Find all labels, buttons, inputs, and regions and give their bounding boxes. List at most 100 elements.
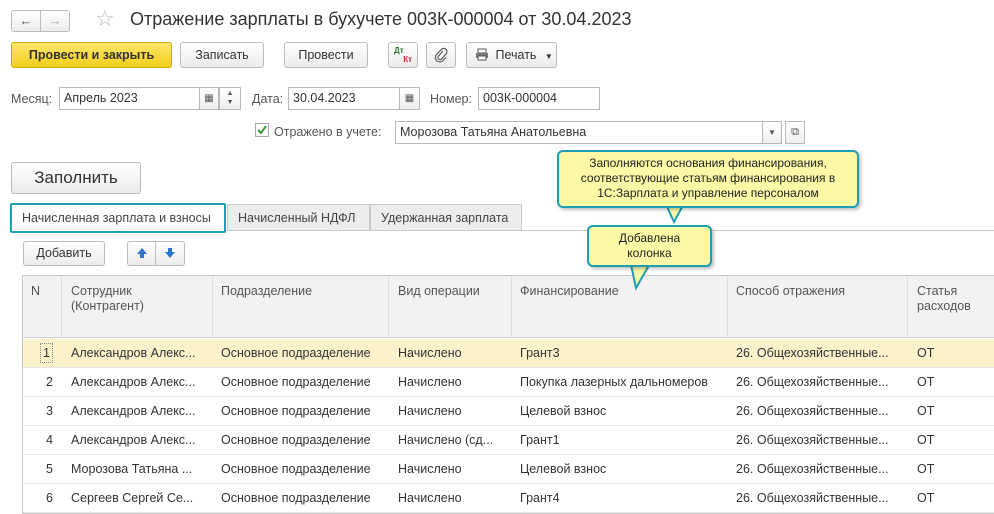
- move-up-button[interactable]: [127, 241, 156, 266]
- month-stepper[interactable]: ▲ ▼: [219, 87, 241, 110]
- favorite-star-icon[interactable]: ☆: [95, 6, 115, 32]
- row-number: 5: [46, 462, 53, 476]
- accruals-table[interactable]: N Сотрудник (Контрагент) Подразделение В…: [22, 275, 994, 514]
- cell-financing: Грант1: [520, 433, 560, 447]
- month-calendar-button[interactable]: ▦: [199, 87, 219, 110]
- cell-department: Основное подразделение: [221, 375, 371, 389]
- cell-method: 26. Общехозяйственные...: [736, 375, 889, 389]
- responsible-dropdown-button[interactable]: ▼: [762, 121, 782, 144]
- cell-expense-item: ОТ: [917, 375, 935, 389]
- dt-kt-icon: Дт Кт: [394, 46, 412, 64]
- reflected-label: Отражено в учете:: [274, 125, 382, 139]
- column-header-operation[interactable]: Вид операции: [398, 284, 480, 299]
- column-header-department[interactable]: Подразделение: [221, 284, 312, 299]
- back-button[interactable]: ←: [11, 10, 41, 32]
- add-row-button[interactable]: Добавить: [23, 241, 105, 266]
- dropdown-arrow-icon: ▼: [544, 52, 553, 61]
- cell-expense-item: ОТ: [917, 404, 935, 418]
- date-calendar-button[interactable]: ▦: [399, 87, 420, 110]
- month-label: Месяц:: [11, 92, 53, 106]
- open-window-icon: ⧉: [791, 126, 799, 138]
- cell-department: Основное подразделение: [221, 491, 371, 505]
- table-row[interactable]: 1 Александров Алекс... Основное подразде…: [23, 339, 994, 368]
- arrow-right-icon: →: [48, 13, 62, 28]
- checkmark-icon: [257, 125, 267, 135]
- reflected-checkbox[interactable]: [255, 123, 269, 137]
- responsible-input[interactable]: Морозова Татьяна Анатольевна: [395, 121, 763, 144]
- row-number: 1: [40, 343, 53, 363]
- cell-expense-item: ОТ: [917, 491, 935, 505]
- cell-employee: Сергеев Сергей Се...: [71, 491, 194, 505]
- cell-financing: Целевой взнос: [520, 462, 607, 476]
- column-header-method[interactable]: Способ отражения: [736, 284, 845, 299]
- table-row[interactable]: 3 Александров Алекс... Основное подразде…: [23, 397, 994, 426]
- responsible-open-button[interactable]: ⧉: [785, 121, 805, 144]
- date-label: Дата:: [252, 92, 284, 106]
- table-row[interactable]: 2 Александров Алекс... Основное подразде…: [23, 368, 994, 397]
- printer-icon: [476, 48, 488, 61]
- save-button[interactable]: Записать: [180, 42, 264, 68]
- cell-employee: Александров Алекс...: [71, 346, 196, 360]
- cell-department: Основное подразделение: [221, 433, 371, 447]
- table-row[interactable]: 6 Сергеев Сергей Се... Основное подразде…: [23, 484, 994, 513]
- cell-method: 26. Общехозяйственные...: [736, 462, 889, 476]
- calendar-icon: ▦: [204, 93, 214, 104]
- post-and-close-button[interactable]: Провести и закрыть: [11, 42, 172, 68]
- cell-employee: Александров Алекс...: [71, 375, 196, 389]
- step-down-icon: ▼: [226, 99, 234, 106]
- cell-expense-item: ОТ: [917, 346, 935, 360]
- cell-employee: Александров Алекс...: [71, 433, 196, 447]
- step-up-icon: ▲: [226, 90, 234, 97]
- column-header-n[interactable]: N: [31, 284, 40, 299]
- cell-department: Основное подразделение: [221, 462, 371, 476]
- number-label: Номер:: [430, 92, 472, 106]
- row-number: 3: [46, 404, 53, 418]
- window-title: Отражение зарплаты в бухучете 003К-00000…: [130, 9, 632, 29]
- move-down-button[interactable]: [155, 241, 185, 266]
- table-header: N Сотрудник (Контрагент) Подразделение В…: [23, 276, 994, 338]
- table-row[interactable]: 5 Морозова Татьяна ... Основное подразде…: [23, 455, 994, 484]
- cell-operation: Начислено: [398, 346, 462, 360]
- cell-financing: Целевой взнос: [520, 404, 607, 418]
- fill-button[interactable]: Заполнить: [11, 162, 141, 194]
- cell-expense-item: ОТ: [917, 433, 935, 447]
- cell-operation: Начислено: [398, 462, 462, 476]
- cell-employee: Морозова Татьяна ...: [71, 462, 193, 476]
- cell-operation: Начислено: [398, 491, 462, 505]
- arrow-up-icon: [136, 248, 147, 258]
- cell-department: Основное подразделение: [221, 346, 371, 360]
- cell-financing: Грант4: [520, 491, 560, 505]
- row-number: 4: [46, 433, 53, 447]
- dropdown-arrow-icon: ▼: [768, 128, 776, 137]
- cell-employee: Александров Алекс...: [71, 404, 196, 418]
- tab-accrued-ndfl[interactable]: Начисленный НДФЛ: [227, 204, 370, 231]
- cell-operation: Начислено: [398, 404, 462, 418]
- cell-method: 26. Общехозяйственные...: [736, 491, 889, 505]
- arrow-down-icon: [165, 248, 175, 258]
- column-header-expense-item[interactable]: Статья расходов: [917, 284, 987, 314]
- cell-method: 26. Общехозяйственные...: [736, 433, 889, 447]
- arrow-left-icon: ←: [19, 13, 33, 28]
- forward-button[interactable]: →: [40, 10, 70, 32]
- row-number: 2: [46, 375, 53, 389]
- date-input[interactable]: 30.04.2023: [288, 87, 400, 110]
- row-number: 6: [46, 491, 53, 505]
- column-header-financing[interactable]: Финансирование: [520, 284, 619, 299]
- calendar-icon: ▦: [404, 93, 415, 104]
- table-row[interactable]: 4 Александров Алекс... Основное подразде…: [23, 426, 994, 455]
- cell-method: 26. Общехозяйственные...: [736, 404, 889, 418]
- attach-button[interactable]: [426, 42, 456, 68]
- callout-financing-note: Заполняются основания финансирования, со…: [557, 150, 859, 208]
- cell-department: Основное подразделение: [221, 404, 371, 418]
- cell-financing: Грант3: [520, 346, 560, 360]
- post-button[interactable]: Провести: [284, 42, 368, 68]
- cell-financing: Покупка лазерных дальномеров: [520, 375, 708, 389]
- month-input[interactable]: Апрель 2023: [59, 87, 200, 110]
- column-header-employee[interactable]: Сотрудник (Контрагент): [71, 284, 201, 314]
- print-button[interactable]: Печать ▼: [466, 42, 557, 68]
- tab-accrued-salary[interactable]: Начисленная зарплата и взносы: [10, 203, 226, 233]
- dt-kt-button[interactable]: Дт Кт: [388, 42, 418, 68]
- number-input[interactable]: 003К-000004: [478, 87, 600, 110]
- paperclip-icon: [434, 47, 448, 63]
- tab-withheld-salary[interactable]: Удержанная зарплата: [370, 204, 522, 231]
